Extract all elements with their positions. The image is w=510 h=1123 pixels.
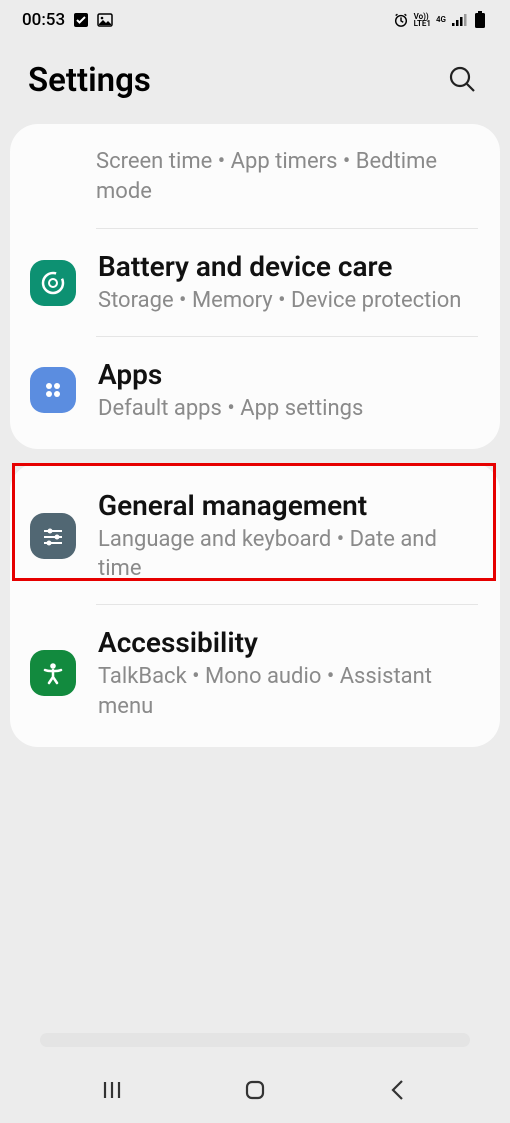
search-icon: [447, 64, 477, 97]
item-subtitle: Screen time • App timers • Bedtime mode: [96, 147, 476, 206]
device-care-icon: [30, 260, 76, 306]
search-button[interactable]: [442, 60, 482, 100]
settings-card-device: Screen time • App timers • Bedtime mode …: [10, 124, 500, 449]
battery-icon: [472, 12, 488, 28]
item-subtitle: Default apps • App settings: [98, 394, 480, 424]
navigation-bar: [0, 1059, 510, 1123]
item-title: Accessibility: [98, 625, 480, 660]
status-right: Vo)) LTE1 4G: [393, 12, 488, 28]
page-title: Settings: [28, 61, 151, 100]
status-left: 00:53: [22, 10, 113, 30]
image-notification-icon: [97, 12, 113, 28]
general-management-icon: [30, 513, 76, 559]
settings-item-digital-wellbeing-partial[interactable]: Screen time • App timers • Bedtime mode: [10, 129, 500, 228]
settings-item-accessibility[interactable]: Accessibility TalkBack • Mono audio • As…: [10, 605, 500, 741]
settings-item-apps[interactable]: Apps Default apps • App settings: [10, 337, 500, 444]
scroll-indicator: [40, 1033, 470, 1047]
settings-header: Settings: [0, 40, 510, 124]
signal-icon: [451, 12, 467, 28]
item-content: General management Language and keyboard…: [98, 488, 480, 584]
item-title: Battery and device care: [98, 249, 480, 284]
item-subtitle: Storage • Memory • Device protection: [98, 286, 480, 316]
nav-back-button[interactable]: [368, 1071, 428, 1111]
status-time: 00:53: [22, 10, 65, 30]
settings-item-battery[interactable]: Battery and device care Storage • Memory…: [10, 229, 500, 336]
item-title: Apps: [98, 357, 480, 392]
item-content: Battery and device care Storage • Memory…: [98, 249, 480, 316]
item-subtitle: TalkBack • Mono audio • Assistant menu: [98, 662, 480, 721]
settings-item-general[interactable]: General management Language and keyboard…: [10, 468, 500, 604]
network-type: 4G: [436, 16, 446, 23]
home-icon: [242, 1077, 268, 1106]
nav-recents-button[interactable]: [82, 1071, 142, 1111]
item-title: General management: [98, 488, 480, 523]
accessibility-icon: [30, 650, 76, 696]
status-bar: 00:53 Vo)) LTE1 4G: [0, 0, 510, 40]
settings-card-system: General management Language and keyboard…: [10, 463, 500, 747]
item-subtitle: Language and keyboard • Date and time: [98, 525, 480, 584]
checkbox-notification-icon: [73, 12, 89, 28]
recents-icon: [99, 1077, 125, 1106]
apps-icon: [30, 367, 76, 413]
volte-indicator: Vo)) LTE1: [414, 13, 431, 27]
back-icon: [385, 1077, 411, 1106]
item-content: Accessibility TalkBack • Mono audio • As…: [98, 625, 480, 721]
nav-home-button[interactable]: [225, 1071, 285, 1111]
item-content: Apps Default apps • App settings: [98, 357, 480, 424]
alarm-icon: [393, 12, 409, 28]
